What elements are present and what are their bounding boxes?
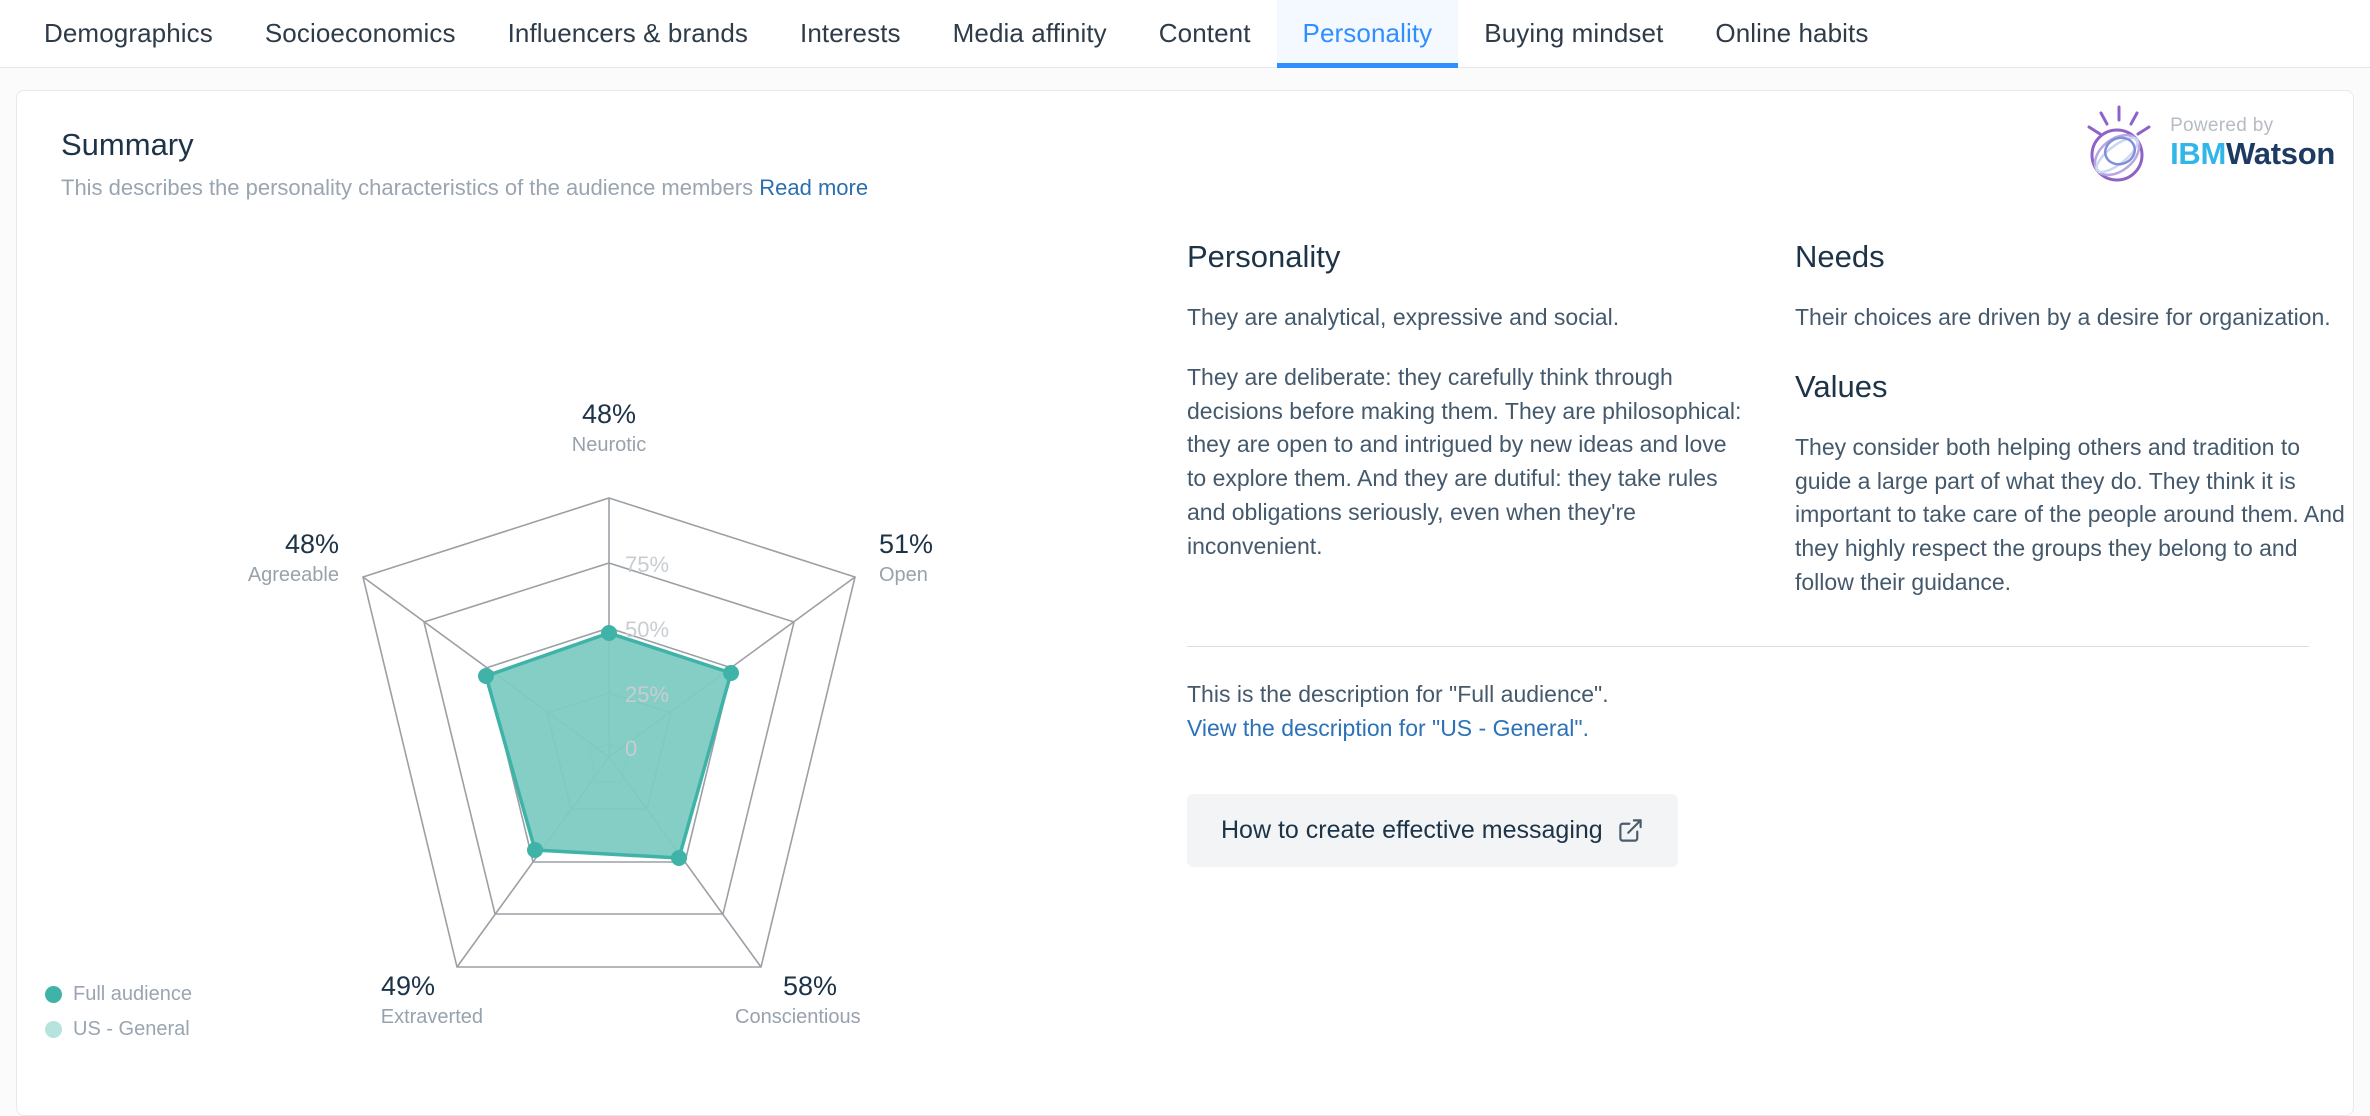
tab-label: Online habits — [1715, 18, 1869, 48]
legend-item-full-audience[interactable]: Full audience — [45, 983, 192, 1006]
legend-label: US - General — [73, 1018, 190, 1040]
tab-label: Content — [1158, 18, 1251, 48]
tab-interests[interactable]: Interests — [774, 0, 927, 67]
radial-tick-50: 50% — [625, 617, 669, 642]
tab-label: Influencers & brands — [507, 18, 749, 48]
tab-label: Socioeconomics — [264, 18, 456, 48]
radial-tick-75: 75% — [625, 552, 669, 577]
axis-label-agreeable: Agreeable — [248, 564, 339, 586]
personality-column: Personality They are analytical, express… — [1187, 239, 1747, 600]
personality-paragraph-1: They are analytical, expressive and soci… — [1187, 304, 1620, 330]
ibm-watson-logo: Powered by IBMWatson — [2076, 101, 2335, 187]
card-header: Summary This describes the personality c… — [17, 91, 2353, 201]
personality-radar-chart: 75% 50% 25% 0 48% Neurotic 51% Open 58% … — [17, 201, 1187, 1101]
tab-influencers-brands[interactable]: Influencers & brands — [482, 0, 774, 67]
needs-paragraph: Their choices are driven by a desire for… — [1795, 304, 2331, 330]
card-body: 75% 50% 25% 0 48% Neurotic 51% Open 58% … — [17, 201, 2353, 1101]
tab-buying-mindset[interactable]: Buying mindset — [1458, 0, 1689, 67]
axis-label-neurotic: Neurotic — [572, 434, 646, 456]
axis-label-open: Open — [879, 564, 928, 586]
legend-swatch-icon — [45, 986, 62, 1003]
main-navigation: Demographics Socioeconomics Influencers … — [0, 0, 2370, 68]
axis-value-conscientious: 58% — [783, 971, 837, 1001]
tab-label: Interests — [800, 18, 901, 48]
axis-value-neurotic: 48% — [582, 399, 636, 429]
tab-label: Demographics — [44, 18, 213, 48]
radial-tick-25: 25% — [625, 682, 669, 707]
values-paragraph: They consider both helping others and tr… — [1795, 433, 2345, 595]
ibm-text: IBM — [2170, 135, 2226, 171]
needs-values-column: Needs Their choices are driven by a desi… — [1795, 239, 2353, 600]
watson-text: Watson — [2226, 135, 2335, 171]
card-subtitle-text: This describes the personality character… — [61, 175, 754, 200]
personality-heading: Personality — [1187, 239, 1341, 274]
tab-label: Media affinity — [952, 18, 1107, 48]
watson-wordmark: Powered by IBMWatson — [2170, 116, 2335, 173]
axis-value-agreeable: 48% — [285, 529, 339, 559]
tab-demographics[interactable]: Demographics — [18, 0, 239, 67]
external-link-icon — [1618, 819, 1642, 842]
view-other-description-link[interactable]: View the description for "US - General". — [1187, 711, 2353, 746]
read-more-link[interactable]: Read more — [759, 175, 868, 200]
tab-content[interactable]: Content — [1133, 0, 1277, 67]
axis-value-open: 51% — [879, 529, 933, 559]
watson-brand: IBMWatson — [2170, 136, 2335, 171]
tab-socioeconomics[interactable]: Socioeconomics — [239, 0, 482, 67]
personality-paragraph-2: They are deliberate: they carefully thin… — [1187, 363, 1742, 559]
insight-columns: Personality They are analytical, express… — [1187, 239, 2353, 600]
legend-item-us-general[interactable]: US - General — [45, 1018, 192, 1041]
legend-label: Full audience — [73, 983, 192, 1005]
chart-legend: Full audience US - General — [45, 983, 192, 1053]
tab-online-habits[interactable]: Online habits — [1689, 0, 1894, 67]
needs-heading: Needs — [1795, 239, 1885, 274]
page-title: Summary — [61, 127, 194, 162]
cta-label: How to create effective messaging — [1221, 815, 1603, 844]
legend-swatch-icon — [45, 1021, 62, 1038]
values-heading: Values — [1795, 368, 1888, 404]
card-subtitle: This describes the personality character… — [61, 175, 2309, 201]
description-block: This is the description for "Full audien… — [1187, 647, 2353, 746]
description-current: This is the description for "Full audien… — [1187, 680, 1609, 707]
watson-avatar-icon — [2087, 105, 2151, 182]
axis-label-conscientious: Conscientious — [735, 1006, 861, 1028]
axis-label-extraverted: Extraverted — [381, 1006, 483, 1028]
insights-pane: Personality They are analytical, express… — [1187, 201, 2353, 1101]
tab-label: Buying mindset — [1484, 18, 1664, 48]
axis-value-extraverted: 49% — [381, 971, 435, 1001]
tab-personality[interactable]: Personality — [1276, 0, 1459, 68]
radial-tick-0: 0 — [625, 736, 637, 761]
how-to-create-effective-messaging-button[interactable]: How to create effective messaging — [1187, 793, 1678, 867]
tab-media-affinity[interactable]: Media affinity — [927, 0, 1133, 67]
powered-by-label: Powered by — [2170, 114, 2274, 136]
tab-label: Personality — [1302, 18, 1433, 48]
summary-card: Summary This describes the personality c… — [16, 90, 2354, 1116]
radar-svg: 75% 50% 25% 0 48% Neurotic 51% Open 58% … — [248, 399, 933, 1028]
